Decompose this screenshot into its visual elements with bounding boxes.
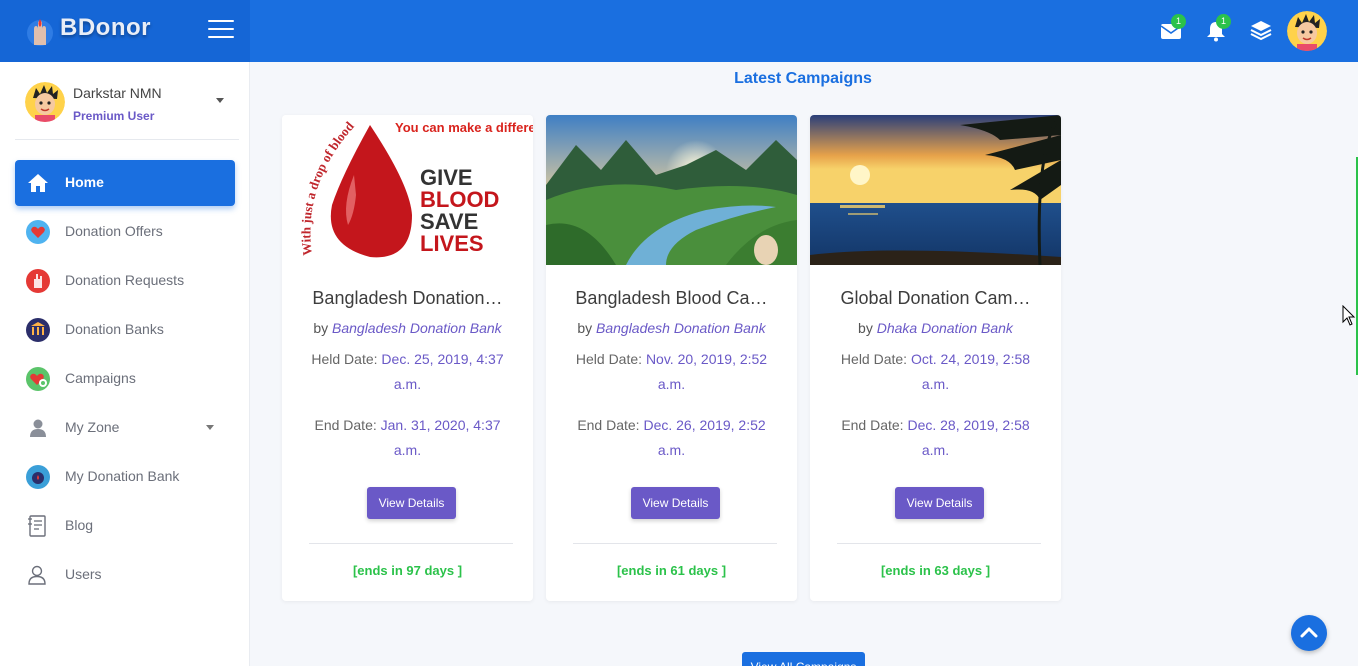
chevron-down-icon[interactable] — [216, 98, 224, 103]
sidebar-item-label: Donation Requests — [65, 272, 185, 288]
sidebar-item-home[interactable]: Home — [15, 160, 235, 206]
hand-request-icon — [24, 267, 52, 295]
sidebar-item-users[interactable]: Users — [15, 552, 235, 598]
messages-badge: 1 — [1171, 14, 1186, 29]
held-date: Held Date: Nov. 20, 2019, 2:52 a.m. — [575, 351, 768, 392]
user-panel: Darkstar NMN Premium User — [0, 62, 250, 140]
heart-hand-icon — [24, 218, 52, 246]
campaign-countdown: [ends in 63 days ] — [880, 563, 991, 578]
top-navbar: BDonor 1 1 — [0, 0, 1358, 62]
sidebar-item-label: Donation Banks — [65, 321, 164, 337]
layers-icon — [1250, 21, 1272, 41]
section-title: Latest Campaigns — [734, 70, 872, 87]
user-role: Premium User — [73, 109, 155, 123]
person-icon — [24, 414, 52, 442]
sidebar: Darkstar NMN Premium User Home Donation … — [0, 62, 250, 666]
divider — [309, 543, 513, 544]
campaign-card: Global Donation Cam… by Dhaka Donation B… — [810, 115, 1061, 601]
sidebar-item-label: Campaigns — [65, 370, 136, 386]
campaign-image: With just a drop of blood, You can make … — [282, 115, 533, 265]
home-icon — [24, 169, 52, 197]
notifications-button[interactable]: 1 — [1204, 14, 1231, 44]
divider — [837, 543, 1041, 544]
user-name: Darkstar NMN — [73, 85, 162, 101]
profile-avatar[interactable] — [1287, 11, 1327, 51]
organizer-link[interactable]: Bangladesh Donation Bank — [332, 320, 502, 336]
campaign-image — [546, 115, 797, 265]
brand-area: BDonor — [0, 0, 250, 62]
scroll-to-top-button[interactable] — [1291, 615, 1327, 651]
campaign-countdown: [ends in 97 days ] — [352, 563, 463, 578]
donation-bank-icon — [24, 463, 52, 491]
end-date: End Date: Dec. 26, 2019, 2:52 a.m. — [577, 417, 766, 458]
menu-toggle-icon[interactable] — [208, 20, 234, 42]
view-details-button[interactable]: View Details — [367, 487, 456, 519]
app-name[interactable]: BDonor — [60, 14, 151, 42]
bank-icon — [24, 316, 52, 344]
users-icon — [24, 561, 52, 589]
sidebar-item-donation-offers[interactable]: Donation Offers — [15, 209, 235, 255]
sidebar-item-donation-requests[interactable]: Donation Requests — [15, 258, 235, 304]
organizer-link[interactable]: Dhaka Donation Bank — [877, 320, 1013, 336]
sidebar-item-label: Donation Offers — [65, 223, 163, 239]
svg-text:LIVES: LIVES — [420, 231, 484, 256]
sidebar-item-label: My Donation Bank — [65, 468, 180, 484]
organizer-link[interactable]: Bangladesh Donation Bank — [596, 320, 766, 336]
campaign-icon — [24, 365, 52, 393]
avatar-icon — [1287, 11, 1327, 51]
campaign-card: With just a drop of blood, You can make … — [282, 115, 533, 601]
sidebar-item-label: Blog — [65, 517, 94, 533]
view-details-button[interactable]: View Details — [895, 487, 984, 519]
sidebar-item-blog[interactable]: Blog — [15, 503, 235, 549]
avatar[interactable] — [25, 82, 65, 122]
campaign-image — [810, 115, 1061, 265]
svg-text:You can make a difference.: You can make a difference. — [395, 120, 533, 135]
sidebar-item-campaigns[interactable]: Campaigns — [15, 356, 235, 402]
held-date: Held Date: Oct. 24, 2019, 2:58 a.m. — [840, 351, 1031, 392]
blog-icon — [24, 512, 52, 540]
chevron-up-icon — [1300, 627, 1318, 638]
campaign-title[interactable]: Bangladesh Donation… — [294, 288, 521, 309]
view-details-button[interactable]: View Details — [631, 487, 720, 519]
campaign-countdown: [ends in 61 days ] — [616, 563, 727, 578]
divider — [573, 543, 777, 544]
end-date: End Date: Dec. 28, 2019, 2:58 a.m. — [841, 417, 1030, 458]
sidebar-item-label: Home — [65, 174, 104, 190]
sidebar-item-label: My Zone — [65, 419, 120, 435]
notifications-badge: 1 — [1216, 14, 1231, 29]
sidebar-item-my-donation-bank[interactable]: My Donation Bank — [15, 454, 235, 500]
avatar-icon — [25, 82, 65, 122]
held-date: Held Date: Dec. 25, 2019, 4:37 a.m. — [311, 351, 504, 392]
chevron-down-icon — [206, 425, 214, 430]
campaign-organizer: by Bangladesh Donation Bank — [577, 320, 766, 336]
campaign-card: Bangladesh Blood Ca… by Bangladesh Donat… — [546, 115, 797, 601]
logo-icon — [27, 19, 53, 46]
campaign-organizer: by Dhaka Donation Bank — [858, 320, 1013, 336]
sidebar-item-donation-banks[interactable]: Donation Banks — [15, 307, 235, 353]
sidebar-item-label: Users — [65, 566, 102, 582]
campaign-organizer: by Bangladesh Donation Bank — [313, 320, 502, 336]
messages-button[interactable]: 1 — [1159, 14, 1186, 44]
mouse-cursor-icon — [1342, 305, 1356, 326]
campaign-title[interactable]: Global Donation Cam… — [822, 288, 1049, 309]
end-date: End Date: Jan. 31, 2020, 4:37 a.m. — [314, 417, 501, 458]
sidebar-item-my-zone[interactable]: My Zone — [15, 405, 235, 451]
view-all-campaigns-button[interactable]: View All Campaigns — [742, 652, 865, 666]
divider — [15, 139, 239, 140]
campaign-title[interactable]: Bangladesh Blood Ca… — [558, 288, 785, 309]
layers-button[interactable] — [1248, 18, 1274, 44]
